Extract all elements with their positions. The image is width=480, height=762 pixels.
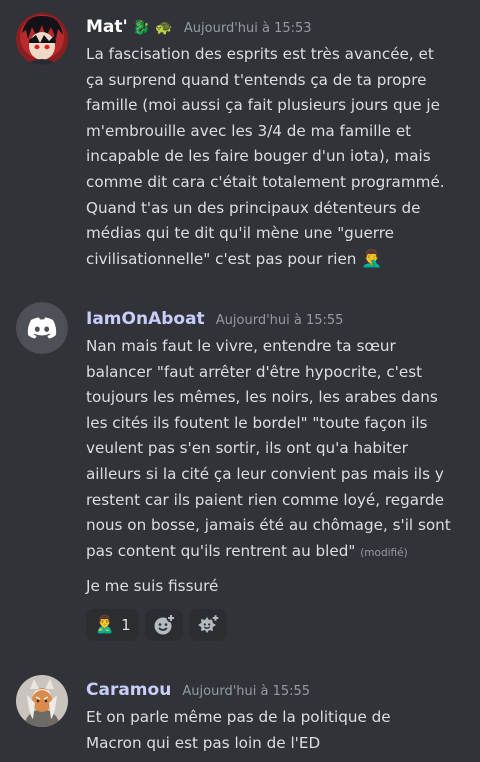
- message-line: famille (moi aussi ça fait plusieurs jou…: [86, 96, 440, 115]
- reaction-pill[interactable]: 🙎‍♂️ 1: [86, 609, 139, 641]
- avatar[interactable]: [16, 13, 68, 65]
- author-name[interactable]: Caramou: [86, 680, 171, 700]
- message-line: Quand t'as un des principaux détenteurs …: [86, 198, 421, 217]
- message-line: incapable de les faire bouger d'un iota)…: [86, 147, 431, 166]
- facepalm-emoji-icon[interactable]: 🤦‍♂️: [361, 249, 382, 269]
- message-followup: Je me suis fissuré: [86, 577, 219, 595]
- timestamp[interactable]: Aujourd'hui à 15:53: [184, 21, 312, 36]
- message-line: les cités ils foutent le bordel" "toute …: [86, 413, 428, 432]
- message-content: Nan mais faut le vivre, entendre ta sœur…: [86, 334, 468, 566]
- author-name[interactable]: Mat': [86, 17, 128, 37]
- message-content: Et on parle même pas de la politique de …: [86, 705, 468, 756]
- author-name[interactable]: IamOnAboat: [86, 309, 205, 329]
- message-line: Macron qui est pas loin de l'ED: [86, 733, 321, 752]
- message-line: pas content qu'ils rentrent au bled" (mo…: [86, 539, 468, 567]
- message-line: Nan mais faut le vivre, entendre ta sœur: [86, 337, 396, 355]
- add-reaction-icon: [154, 613, 176, 635]
- edited-indicator[interactable]: (modifié): [360, 547, 408, 559]
- message-line: ça surprend quand t'entends ça de ta pro…: [86, 70, 427, 89]
- discord-logo-icon: [27, 317, 57, 339]
- message-line: ailleurs si la cité ça leur convient pas…: [86, 464, 444, 483]
- dragon-emoji-icon: 🐉: [132, 20, 151, 36]
- message-line: veulent pas s'en sortir, ils ont qu'a ha…: [86, 439, 408, 458]
- add-super-reaction-button[interactable]: [188, 609, 227, 641]
- timestamp[interactable]: Aujourd'hui à 15:55: [182, 684, 310, 699]
- message-line: balancer "faut arrêter d'être hypocrite,…: [86, 362, 423, 381]
- reaction-count: 1: [121, 616, 131, 634]
- message-line: toujours les mêmes, les noirs, les arabe…: [86, 388, 438, 407]
- message-line: civilisationnelle" c'est pas pour rien 🤦…: [86, 247, 468, 273]
- timestamp[interactable]: Aujourd'hui à 15:55: [216, 313, 344, 328]
- message-content: La fascisation des esprits est très avan…: [86, 42, 468, 272]
- reactions-bar: 🙎‍♂️ 1: [86, 609, 227, 641]
- add-reaction-button[interactable]: [144, 609, 183, 641]
- avatar[interactable]: [16, 675, 68, 727]
- message-line: restent car ils paient rien comme loyé, …: [86, 490, 445, 509]
- message-line: médias qui te dit qu'il mène une "guerre: [86, 224, 395, 243]
- message-line: La fascisation des esprits est très avan…: [86, 45, 434, 63]
- message-line: Et on parle même pas de la politique de: [86, 708, 391, 726]
- message-line: comme dit cara c'était totalement progra…: [86, 172, 445, 191]
- avatar[interactable]: [16, 302, 68, 354]
- turtle-emoji-icon: 🐢: [155, 20, 173, 36]
- message-line: m'embrouille avec les 3/4 de ma famille …: [86, 121, 412, 140]
- message-line-text: civilisationnelle" c'est pas pour rien: [86, 249, 357, 268]
- person-bowing-emoji-icon: 🙎‍♂️: [94, 615, 116, 635]
- add-super-reaction-icon: [197, 613, 220, 633]
- message-line: nous on bosse, jamais été au chômage, s'…: [86, 516, 451, 535]
- message-line-text: pas content qu'ils rentrent au bled": [86, 541, 356, 560]
